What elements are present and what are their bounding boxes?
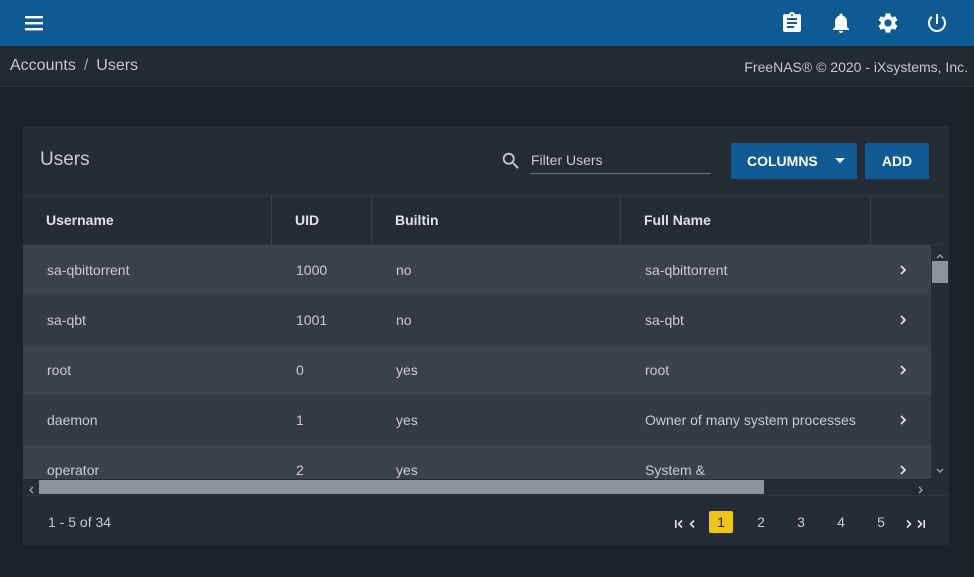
- table-row[interactable]: sa-qbittorrent 1000 no sa-qbittorrent: [23, 245, 931, 295]
- power-icon[interactable]: [925, 11, 949, 35]
- cell-builtin: no: [396, 312, 412, 328]
- scroll-up-icon[interactable]: [935, 248, 945, 259]
- hamburger-menu-icon[interactable]: [22, 12, 48, 34]
- filter-users-input[interactable]: [530, 146, 711, 174]
- card-title: Users: [40, 149, 90, 170]
- cell-full-name: sa-qbittorrent: [645, 262, 728, 278]
- cell-username: operator: [47, 462, 100, 478]
- columns-button[interactable]: COLUMNS: [731, 143, 857, 179]
- cell-full-name: System &: [645, 462, 705, 478]
- top-toolbar: [0, 0, 974, 46]
- chevron-right-icon[interactable]: [898, 363, 908, 375]
- breadcrumb-item-users: Users: [96, 57, 139, 74]
- cell-username: daemon: [47, 412, 98, 428]
- page-button-2[interactable]: 2: [749, 511, 773, 533]
- previous-page-icon[interactable]: [687, 516, 699, 529]
- breadcrumb-bar: Accounts / Users FreeNAS® © 2020 - iXsyste…: [0, 46, 974, 87]
- breadcrumb-separator: /: [83, 57, 89, 74]
- column-header-full-name[interactable]: Full Name: [621, 196, 871, 245]
- page-button-5[interactable]: 5: [869, 511, 893, 533]
- cell-builtin: no: [396, 262, 412, 278]
- cell-full-name: Owner of many system processes: [645, 412, 856, 428]
- page-button-1[interactable]: 1: [709, 511, 733, 533]
- clipboard-icon[interactable]: [780, 11, 804, 35]
- table-row[interactable]: daemon 1 yes Owner of many system proces…: [23, 395, 931, 445]
- users-card: Users COLUMNS ADD Username UID Builtin F…: [23, 126, 949, 545]
- cell-uid: 1000: [296, 262, 328, 278]
- column-header-builtin[interactable]: Builtin: [372, 196, 621, 245]
- horizontal-scrollbar[interactable]: [23, 479, 931, 495]
- breadcrumb: Accounts / Users: [10, 57, 138, 75]
- cell-username: sa-qbt: [47, 312, 86, 328]
- chevron-right-icon[interactable]: [898, 313, 908, 325]
- cell-uid: 2: [296, 462, 304, 478]
- gear-icon[interactable]: [876, 11, 900, 35]
- cell-uid: 1: [296, 412, 304, 428]
- columns-button-label: COLUMNS: [747, 153, 818, 169]
- vertical-scrollbar-thumb[interactable]: [932, 261, 948, 283]
- table-row[interactable]: sa-qbt 1001 no sa-qbt: [23, 295, 931, 345]
- scroll-left-icon[interactable]: [26, 482, 36, 494]
- scroll-down-icon[interactable]: [935, 463, 945, 473]
- table-header: Username UID Builtin Full Name: [23, 195, 949, 245]
- caret-down-icon: [835, 158, 845, 163]
- breadcrumb-item-accounts[interactable]: Accounts: [10, 57, 76, 74]
- chevron-right-icon[interactable]: [898, 463, 908, 475]
- horizontal-scrollbar-thumb[interactable]: [39, 480, 764, 494]
- cell-username: sa-qbittorrent: [47, 262, 130, 278]
- search-icon: [500, 150, 522, 172]
- column-header-username[interactable]: Username: [23, 196, 272, 245]
- cell-builtin: yes: [396, 462, 418, 478]
- page-button-4[interactable]: 4: [829, 511, 853, 533]
- add-button[interactable]: ADD: [865, 143, 929, 179]
- chevron-right-icon[interactable]: [898, 263, 908, 275]
- table-row[interactable]: operator 2 yes System &: [23, 445, 931, 479]
- cell-full-name: root: [645, 362, 670, 378]
- paginator-range-label: 1 - 5 of 34: [48, 514, 112, 530]
- cell-full-name: sa-qbt: [645, 312, 684, 328]
- cell-builtin: yes: [396, 362, 418, 378]
- vertical-scrollbar[interactable]: [931, 245, 949, 479]
- bell-icon[interactable]: [829, 11, 853, 35]
- column-header-uid[interactable]: UID: [272, 196, 372, 245]
- first-page-icon[interactable]: [674, 516, 686, 529]
- chevron-right-icon[interactable]: [898, 413, 908, 425]
- paginator: 1 - 5 of 34 1 2 3 4 5: [23, 495, 949, 545]
- scroll-right-icon[interactable]: [916, 482, 926, 494]
- copyright-text: FreeNAS® © 2020 - iXsystems, Inc.: [744, 59, 968, 75]
- last-page-icon[interactable]: [915, 516, 927, 529]
- next-page-icon[interactable]: [903, 516, 915, 529]
- cell-builtin: yes: [396, 412, 418, 428]
- cell-uid: 1001: [296, 312, 328, 328]
- table-row[interactable]: root 0 yes root: [23, 345, 931, 395]
- page-button-3[interactable]: 3: [789, 511, 813, 533]
- cell-username: root: [47, 362, 72, 378]
- table-body: sa-qbittorrent 1000 no sa-qbittorrent sa…: [23, 245, 931, 479]
- cell-uid: 0: [296, 362, 304, 378]
